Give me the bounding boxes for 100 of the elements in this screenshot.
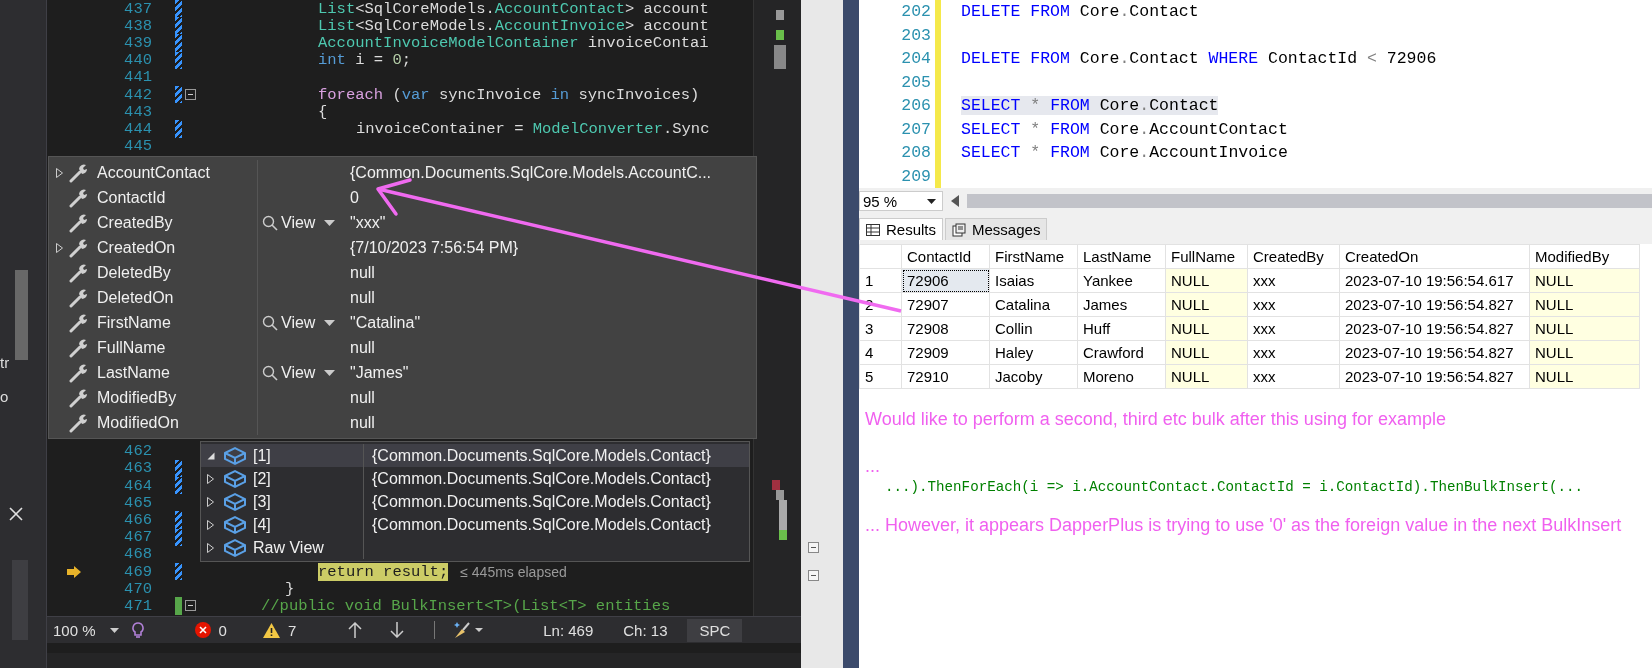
warning-icon[interactable] — [262, 622, 280, 638]
collapse-icon[interactable] — [184, 600, 196, 612]
close-icon[interactable] — [9, 507, 23, 521]
table-cell: Isaias — [989, 268, 1078, 293]
note-text: ... However, it appears DapperPlus is trying to use '0' as the foreign value in the next BulkInsert — [865, 514, 1623, 537]
line-number: 203 — [901, 24, 931, 47]
table-cell: Haley — [989, 340, 1078, 365]
line-number: 440 — [123, 51, 152, 70]
down-arrow-icon[interactable] — [390, 622, 405, 638]
code-line: } — [285, 579, 295, 598]
scrollbar[interactable] — [801, 0, 843, 668]
list-item[interactable]: [2] {Common.Documents.SqlCore.Models.Contact} — [201, 467, 749, 490]
column-header[interactable]: FirstName — [989, 244, 1078, 269]
property-value: "Catalina" — [350, 313, 421, 332]
note-text: ... — [865, 455, 881, 478]
column-header[interactable]: ContactId — [901, 244, 990, 269]
caret-icon — [324, 219, 336, 226]
expand-icon[interactable] — [207, 542, 215, 553]
line-number: 444 — [123, 119, 152, 138]
row-number[interactable]: 3 — [859, 316, 902, 341]
error-icon[interactable] — [194, 622, 211, 638]
brush-icon[interactable] — [453, 621, 484, 639]
search-icon — [262, 214, 278, 231]
property-value: null — [350, 288, 375, 307]
list-item[interactable]: Raw View — [201, 536, 749, 559]
wrench-icon — [69, 312, 89, 333]
results-tab[interactable]: Results — [859, 218, 944, 240]
table-cell: Yankee — [1077, 268, 1166, 293]
property-name: FirstName — [97, 310, 258, 335]
code-line: foreach (var syncInvoice in syncInvoices) — [318, 85, 700, 104]
row-number[interactable]: 4 — [859, 340, 902, 365]
wrench-icon — [69, 287, 89, 308]
table-cell: 2023-07-10 19:56:54.827 — [1339, 364, 1530, 389]
zoom-dropdown[interactable]: 95 % — [859, 191, 943, 211]
expand-icon[interactable] — [55, 167, 63, 178]
line-number: 467 — [123, 528, 152, 547]
column-header[interactable]: FullName — [1165, 244, 1248, 269]
column-header[interactable]: CreatedBy — [1247, 244, 1340, 269]
collapse-icon[interactable] — [184, 89, 196, 101]
property-value: null — [350, 338, 375, 357]
table-cell: James — [1077, 292, 1166, 317]
table-cell: 72906 — [901, 268, 990, 293]
line-number: 464 — [123, 476, 152, 495]
line-number: 438 — [123, 16, 152, 35]
list-item[interactable]: [4] {Common.Documents.SqlCore.Models.Contact} — [201, 513, 749, 536]
table-cell: 72908 — [901, 316, 990, 341]
line-number: 471 — [123, 596, 152, 615]
wrench-icon — [69, 187, 89, 208]
line-number: 439 — [123, 33, 152, 52]
property-value: "xxx" — [350, 213, 386, 232]
collapse-icon[interactable] — [808, 570, 819, 581]
overview-ruler[interactable] — [753, 0, 801, 616]
table-cell: NULL — [1529, 316, 1640, 341]
line-number: 204 — [901, 48, 931, 70]
line-number: 205 — [901, 71, 931, 94]
column-header[interactable]: CreatedOn — [1339, 244, 1530, 269]
column-header[interactable]: ModifiedBy — [1529, 244, 1640, 269]
row-number[interactable]: 5 — [859, 364, 902, 389]
cube-icon — [223, 537, 247, 558]
whitespace-indicator[interactable]: SPC — [687, 618, 743, 642]
table-cell: Collin — [989, 316, 1078, 341]
collapse-icon[interactable] — [808, 542, 819, 553]
expand-icon[interactable] — [207, 519, 215, 530]
expand-icon[interactable] — [207, 450, 215, 461]
table-cell: 2023-07-10 19:56:54.827 — [1339, 340, 1530, 365]
wrench-icon — [69, 387, 89, 408]
wrench-icon — [69, 212, 89, 233]
property-name: ModifiedOn — [97, 410, 258, 435]
scrollbar[interactable] — [951, 192, 1652, 210]
wrench-icon — [69, 412, 89, 433]
expand-icon[interactable] — [55, 242, 63, 253]
column-header[interactable]: LastName — [1077, 244, 1166, 269]
cube-icon — [223, 491, 247, 512]
error-count: 0 — [218, 621, 227, 639]
view-button[interactable]: View — [258, 213, 336, 232]
caret-icon — [324, 369, 336, 376]
line-number: 463 — [123, 459, 152, 478]
expand-icon[interactable] — [207, 496, 215, 507]
table-cell: 2023-07-10 19:56:54.827 — [1339, 292, 1530, 317]
view-button[interactable]: View — [258, 363, 336, 382]
view-button[interactable]: View — [258, 313, 336, 332]
wrench-icon — [69, 337, 89, 358]
code-line: SELECT * FROM Core.AccountContact — [961, 119, 1288, 139]
scrollbar-thumb[interactable] — [15, 270, 28, 360]
expand-icon[interactable] — [207, 473, 215, 484]
list-item[interactable]: [1] {Common.Documents.SqlCore.Models.Contact} — [201, 444, 749, 467]
results-tab[interactable]: Messages — [945, 218, 1048, 240]
line-number: 469 — [123, 562, 152, 581]
note-text: Would like to perform a second, third etc bulk after this using for example — [865, 408, 1447, 431]
table-cell: 72910 — [901, 364, 990, 389]
list-item[interactable]: [3] {Common.Documents.SqlCore.Models.Contact} — [201, 490, 749, 513]
up-arrow-icon[interactable] — [348, 622, 363, 638]
code-line: AccountInvoiceModelContainer invoiceContai — [318, 33, 709, 52]
row-number[interactable]: 1 — [859, 268, 902, 293]
table-cell: 72909 — [901, 340, 990, 365]
property-value: 0 — [350, 188, 359, 207]
caret-icon — [324, 319, 336, 326]
left-arrow-icon[interactable] — [951, 195, 959, 207]
zoom-dropdown[interactable]: 100 % — [47, 617, 125, 643]
property-name: ContactId — [97, 185, 258, 210]
